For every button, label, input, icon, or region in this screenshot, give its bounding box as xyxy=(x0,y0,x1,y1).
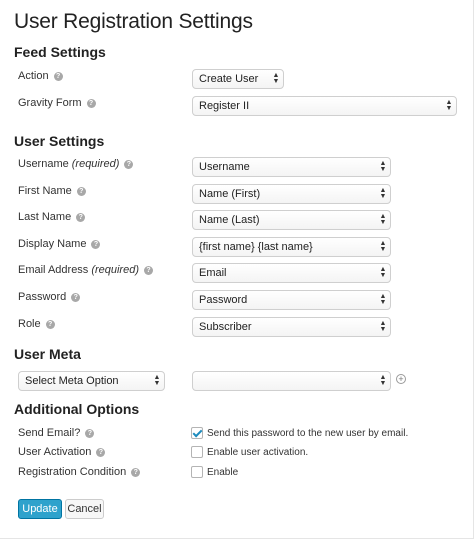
help-icon[interactable]: ? xyxy=(144,265,153,275)
registration-condition-checkbox-label: Enable xyxy=(207,467,239,478)
up-down-arrow-icon: ▲ ▼ xyxy=(379,213,387,226)
display-name-label-text: Display Name xyxy=(18,238,87,250)
up-down-arrow-icon: ▲ ▼ xyxy=(379,240,387,253)
email-address-label-text: Email Address xyxy=(18,264,89,276)
help-icon[interactable]: ? xyxy=(45,319,55,329)
password-label-text: Password xyxy=(18,291,67,303)
email-select[interactable]: Email ▲ ▼ xyxy=(192,263,391,283)
cancel-button[interactable]: Cancel xyxy=(65,499,104,519)
help-icon[interactable]: ? xyxy=(96,447,106,457)
role-label: Role ? xyxy=(18,317,55,331)
send-email-label-text: Send Email? xyxy=(18,427,81,439)
email-select-value: Email xyxy=(199,267,227,279)
up-down-arrow-icon: ▲ ▼ xyxy=(379,160,387,173)
last-name-select[interactable]: Name (Last) ▲ ▼ xyxy=(192,210,391,230)
meta-option-select-value: Select Meta Option xyxy=(25,375,119,387)
help-icon[interactable]: ? xyxy=(124,159,134,169)
user-activation-checkbox-label: Enable user activation. xyxy=(207,447,309,458)
action-select-value: Create User xyxy=(199,73,259,85)
gravity-form-label-text: Gravity Form xyxy=(18,97,82,109)
help-icon[interactable]: ? xyxy=(85,428,95,438)
first-name-label: First Name ? xyxy=(18,184,86,198)
up-down-arrow-icon: ▲ ▼ xyxy=(445,99,453,112)
username-label-text: Username xyxy=(18,158,69,170)
help-icon[interactable]: ? xyxy=(131,467,141,477)
role-select-value: Subscriber xyxy=(199,321,252,333)
user-activation-checkbox[interactable] xyxy=(191,446,203,458)
display-name-select[interactable]: {first name} {last name} ▲ ▼ xyxy=(192,237,391,257)
up-down-arrow-icon: ▲ ▼ xyxy=(379,374,387,387)
up-down-arrow-icon: ▲ ▼ xyxy=(379,266,387,279)
registration-condition-label: Registration Condition ? xyxy=(18,465,141,479)
last-name-label-text: Last Name xyxy=(18,211,72,223)
up-down-arrow-icon: ▲ ▼ xyxy=(379,187,387,200)
section-feed-settings: Feed Settings xyxy=(14,44,106,60)
role-label-text: Role xyxy=(18,318,41,330)
first-name-select-value: Name (First) xyxy=(199,188,261,200)
page-title: User Registration Settings xyxy=(14,10,253,33)
first-name-select[interactable]: Name (First) ▲ ▼ xyxy=(192,184,391,204)
help-icon[interactable]: ? xyxy=(86,98,96,108)
plus-circle-icon[interactable]: + xyxy=(396,374,406,384)
send-email-label: Send Email? ? xyxy=(18,426,95,440)
help-icon[interactable]: ? xyxy=(53,71,63,81)
required-indicator: (required) xyxy=(91,264,139,276)
password-label: Password ? xyxy=(18,290,81,304)
send-email-checkbox-label: Send this password to the new user by em… xyxy=(207,428,409,439)
username-select-value: Username xyxy=(199,161,250,173)
up-down-arrow-icon: ▲ ▼ xyxy=(153,374,161,387)
username-select[interactable]: Username ▲ ▼ xyxy=(192,157,391,177)
help-icon[interactable]: ? xyxy=(76,186,86,196)
update-button[interactable]: Update xyxy=(18,499,62,519)
registration-condition-label-text: Registration Condition xyxy=(18,466,127,478)
password-select[interactable]: Password ▲ ▼ xyxy=(192,290,391,310)
display-name-label: Display Name ? xyxy=(18,237,101,251)
password-select-value: Password xyxy=(199,294,248,306)
last-name-label: Last Name ? xyxy=(18,210,86,224)
help-icon[interactable]: ? xyxy=(76,212,86,222)
username-label: Username (required) ? xyxy=(18,157,134,171)
meta-option-select[interactable]: Select Meta Option ▲ ▼ xyxy=(18,371,165,391)
required-indicator: (required) xyxy=(71,158,120,170)
user-activation-label: User Activation ? xyxy=(18,445,106,459)
up-down-arrow-icon: ▲ ▼ xyxy=(272,72,280,85)
up-down-arrow-icon: ▲ ▼ xyxy=(379,320,387,333)
role-select[interactable]: Subscriber ▲ ▼ xyxy=(192,317,391,337)
up-down-arrow-icon: ▲ ▼ xyxy=(379,293,387,306)
email-address-label: Email Address (required) ? xyxy=(18,263,153,277)
action-label: Action ? xyxy=(18,69,63,83)
help-icon[interactable]: ? xyxy=(91,239,101,249)
first-name-label-text: First Name xyxy=(18,185,72,197)
gravity-form-label: Gravity Form ? xyxy=(18,96,96,110)
section-user-settings: User Settings xyxy=(14,133,105,149)
registration-condition-checkbox[interactable] xyxy=(191,466,203,478)
section-user-meta: User Meta xyxy=(14,346,81,362)
settings-page: User Registration Settings Feed Settings… xyxy=(0,0,474,539)
gravity-form-select-value: Register II xyxy=(199,100,250,112)
gravity-form-select[interactable]: Register II ▲ ▼ xyxy=(192,96,457,116)
send-email-checkbox[interactable] xyxy=(191,427,203,439)
action-label-text: Action xyxy=(18,70,49,82)
help-icon[interactable]: ? xyxy=(71,292,81,302)
action-select[interactable]: Create User ▲ ▼ xyxy=(192,69,284,89)
last-name-select-value: Name (Last) xyxy=(199,214,260,226)
display-name-select-value: {first name} {last name} xyxy=(199,241,313,253)
meta-value-select[interactable]: ▲ ▼ xyxy=(192,371,391,391)
user-activation-label-text: User Activation xyxy=(18,446,92,458)
section-additional-options: Additional Options xyxy=(14,401,140,417)
